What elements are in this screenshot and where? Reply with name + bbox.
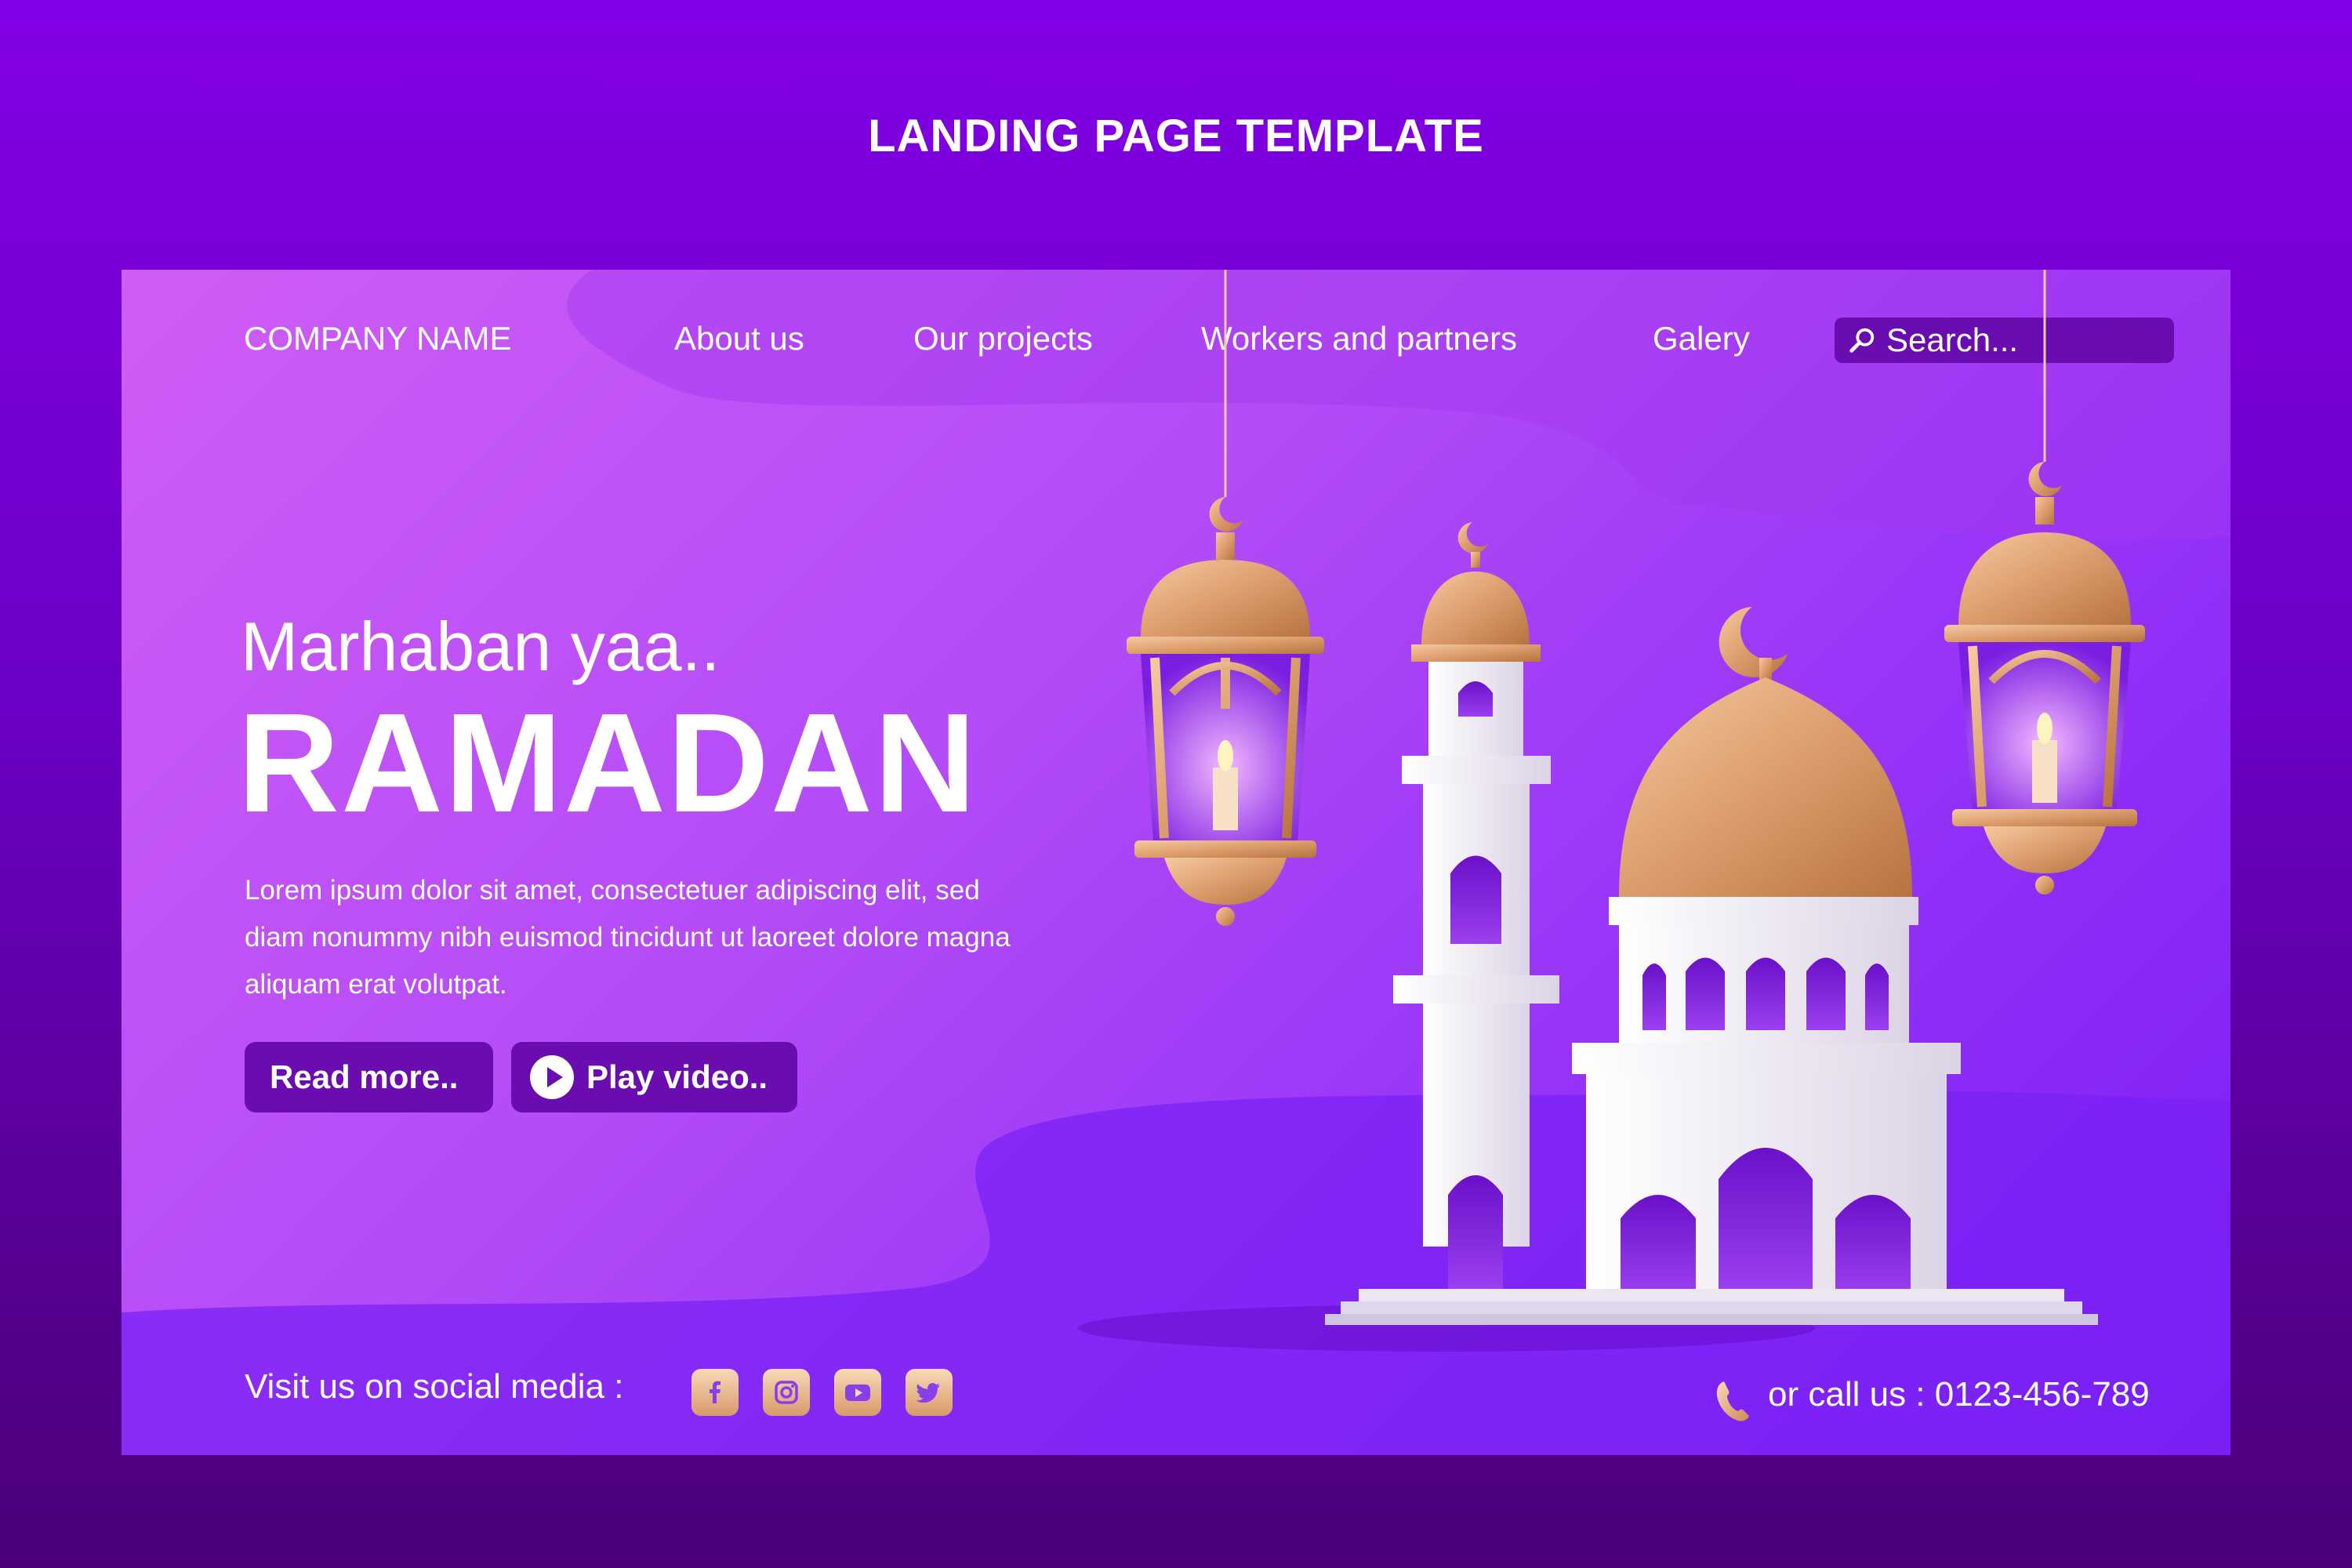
page-heading: LANDING PAGE TEMPLATE: [868, 111, 1484, 162]
instagram-icon[interactable]: [763, 1369, 810, 1416]
facebook-icon[interactable]: [691, 1369, 739, 1416]
minaret: [1393, 522, 1559, 1289]
phone-icon: [1716, 1381, 1749, 1421]
mosque-illustration: [1078, 270, 2145, 1352]
landing-card: COMPANY NAME About us Our projects Worke…: [122, 270, 2230, 1455]
lantern-left: [1127, 270, 1324, 926]
twitter-icon[interactable]: [906, 1369, 953, 1416]
youtube-icon[interactable]: [834, 1369, 881, 1416]
call-us-label: or call us : 0123-456-789: [1768, 1375, 2150, 1414]
social-media-label: Visit us on social media :: [245, 1367, 624, 1406]
lantern-right: [1944, 270, 2145, 895]
